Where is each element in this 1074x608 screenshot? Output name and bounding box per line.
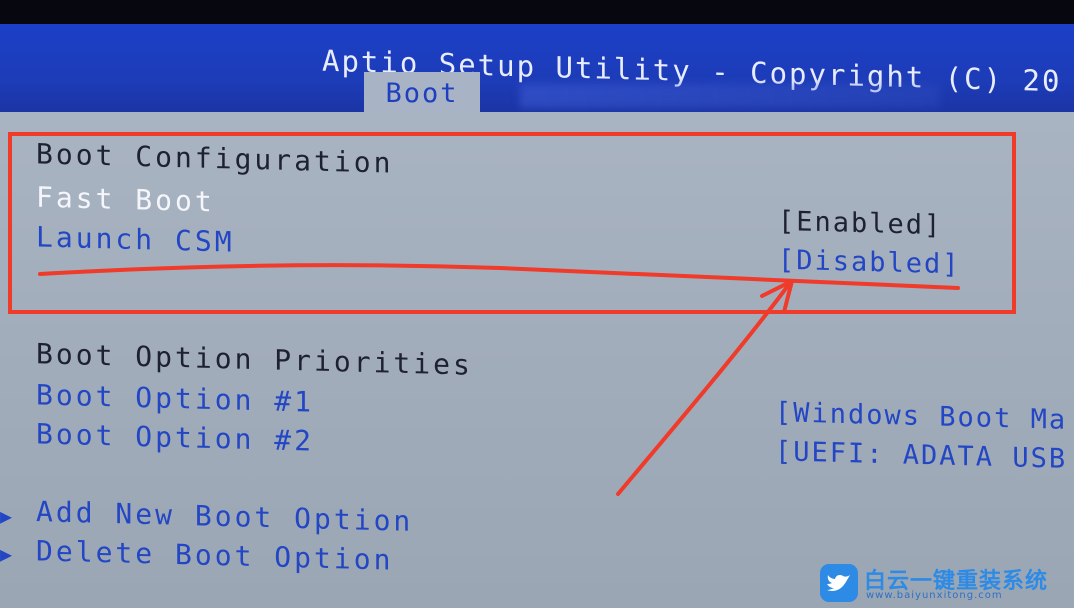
other-tabs-blurred	[520, 84, 940, 108]
launch-csm-value[interactable]: [Disabled]	[778, 245, 961, 281]
watermark-url: www.baiyunxitong.com	[866, 590, 1003, 601]
fast-boot-label[interactable]: Fast Boot	[36, 181, 215, 219]
tab-boot[interactable]: Boot	[364, 72, 480, 114]
watermark-logo: 白云一键重装系统 www.baiyunxitong.com	[820, 562, 1070, 606]
bios-screen: Aptio Setup Utility - Copyright (C) 20 B…	[0, 0, 1074, 608]
bird-icon	[820, 564, 858, 602]
fast-boot-value[interactable]: [Enabled]	[778, 206, 942, 241]
triangle-right-icon: ▶	[0, 504, 13, 528]
triangle-right-icon: ▶	[0, 542, 13, 566]
launch-csm-label[interactable]: Launch CSM	[36, 220, 235, 258]
